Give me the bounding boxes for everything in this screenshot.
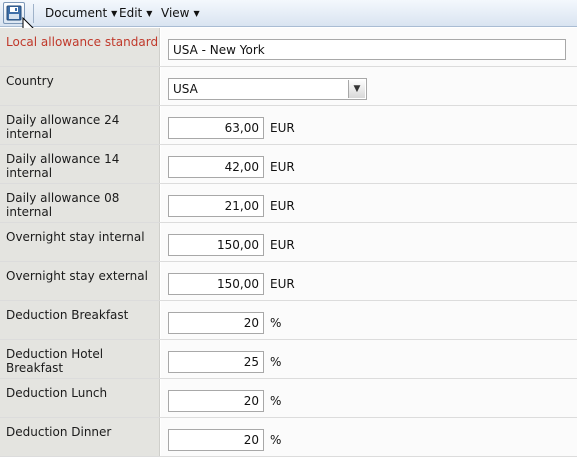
value-cell: % xyxy=(161,379,577,417)
dropdown-arrow-icon: ▼ xyxy=(111,9,118,18)
deduction-lunch-input[interactable] xyxy=(168,390,264,412)
field-label: Deduction Hotel Breakfast xyxy=(0,340,160,378)
value-cell: EUR xyxy=(161,106,577,144)
value-cell: EUR xyxy=(161,145,577,183)
unit-label: % xyxy=(270,355,282,369)
daily-allowance-14-input[interactable] xyxy=(168,156,264,178)
field-label: Country xyxy=(0,67,160,105)
field-label: Daily allowance 08 internal xyxy=(0,184,160,222)
form-row-local-allowance-standard: Local allowance standard xyxy=(0,28,577,67)
value-cell: EUR xyxy=(161,223,577,261)
country-select[interactable]: USA ▼ xyxy=(168,78,367,100)
form-row-daily-allowance-14: Daily allowance 14 internal EUR xyxy=(0,145,577,184)
chevron-down-icon[interactable]: ▼ xyxy=(348,80,365,98)
form-row-deduction-lunch: Deduction Lunch % xyxy=(0,379,577,418)
unit-label: EUR xyxy=(270,160,295,174)
value-cell: USA ▼ xyxy=(161,67,577,105)
deduction-hotel-breakfast-input[interactable] xyxy=(168,351,264,373)
form-row-overnight-stay-internal: Overnight stay internal EUR xyxy=(0,223,577,262)
value-cell: % xyxy=(161,301,577,339)
form-row-overnight-stay-external: Overnight stay external EUR xyxy=(0,262,577,301)
menu-edit-label: Edit xyxy=(119,6,143,20)
form-row-deduction-hotel-breakfast: Deduction Hotel Breakfast % xyxy=(0,340,577,379)
unit-label: % xyxy=(270,316,282,330)
field-label: Daily allowance 14 internal xyxy=(0,145,160,183)
value-cell xyxy=(161,28,577,66)
value-cell: EUR xyxy=(161,184,577,222)
deduction-dinner-input[interactable] xyxy=(168,429,264,451)
form-row-deduction-breakfast: Deduction Breakfast % xyxy=(0,301,577,340)
form-row-daily-allowance-24: Daily allowance 24 internal EUR xyxy=(0,106,577,145)
field-label: Overnight stay internal xyxy=(0,223,160,261)
field-label: Deduction Dinner xyxy=(0,418,160,456)
overnight-stay-external-input[interactable] xyxy=(168,273,264,295)
unit-label: % xyxy=(270,433,282,447)
daily-allowance-08-input[interactable] xyxy=(168,195,264,217)
deduction-breakfast-input[interactable] xyxy=(168,312,264,334)
daily-allowance-24-input[interactable] xyxy=(168,117,264,139)
menu-edit[interactable]: Edit ▼ xyxy=(119,6,152,20)
unit-label: EUR xyxy=(270,277,295,291)
field-label: Overnight stay external xyxy=(0,262,160,300)
value-cell: % xyxy=(161,340,577,378)
form-row-country: Country USA ▼ xyxy=(0,67,577,106)
form-row-daily-allowance-08: Daily allowance 08 internal EUR xyxy=(0,184,577,223)
field-label: Deduction Lunch xyxy=(0,379,160,417)
toolbar: Document ▼ Edit ▼ View ▼ xyxy=(0,0,577,27)
dropdown-arrow-icon: ▼ xyxy=(146,9,153,18)
menu-view[interactable]: View ▼ xyxy=(161,6,200,20)
unit-label: % xyxy=(270,394,282,408)
value-cell: % xyxy=(161,418,577,456)
local-allowance-standard-input[interactable] xyxy=(168,39,566,60)
country-select-value: USA xyxy=(173,82,198,96)
unit-label: EUR xyxy=(270,199,295,213)
form-row-deduction-dinner: Deduction Dinner % xyxy=(0,418,577,457)
field-label: Local allowance standard xyxy=(0,28,160,66)
menu-view-label: View xyxy=(161,6,190,20)
value-cell: EUR xyxy=(161,262,577,300)
menu-document[interactable]: Document ▼ xyxy=(45,6,117,20)
field-label: Daily allowance 24 internal xyxy=(0,106,160,144)
unit-label: EUR xyxy=(270,121,295,135)
menu-document-label: Document xyxy=(45,6,108,20)
dropdown-arrow-icon: ▼ xyxy=(193,9,200,18)
overnight-stay-internal-input[interactable] xyxy=(168,234,264,256)
field-label: Deduction Breakfast xyxy=(0,301,160,339)
floppy-disk-icon xyxy=(6,5,22,21)
unit-label: EUR xyxy=(270,238,295,252)
allowance-form: Local allowance standard Country USA ▼ D… xyxy=(0,28,577,457)
